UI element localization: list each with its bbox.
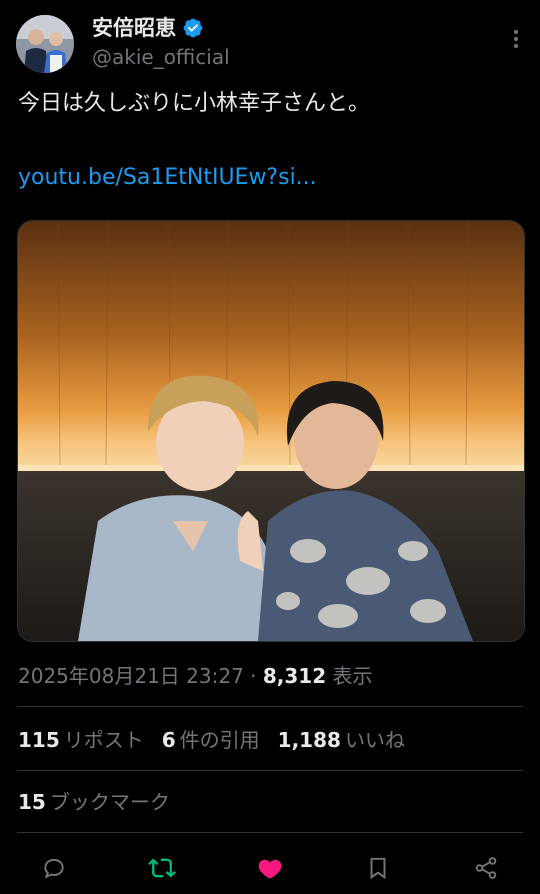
share-icon[interactable] [470, 852, 502, 884]
handle[interactable]: @akie_official [92, 45, 230, 69]
tweet-header: 安倍昭恵 @akie_official [0, 0, 540, 80]
divider [17, 770, 523, 771]
like-count[interactable]: 1,188 いいね [278, 724, 405, 756]
heart-icon[interactable] [254, 852, 286, 884]
bookmark-stats: 15 ブックマーク [18, 786, 170, 818]
repost-icon[interactable] [146, 852, 178, 884]
more-options-icon[interactable] [512, 28, 520, 50]
tweet-timestamp[interactable]: 2025年08月21日 23:27 [18, 664, 244, 688]
meta-separator: · [243, 664, 263, 688]
divider [17, 706, 523, 707]
view-count: 8,312 [262, 664, 327, 688]
quote-count[interactable]: 6 件の引用 [162, 724, 260, 756]
repost-count[interactable]: 115 リポスト [18, 724, 144, 756]
tweet-photo[interactable] [17, 220, 525, 642]
divider [17, 832, 523, 833]
reply-icon[interactable] [38, 852, 70, 884]
display-name[interactable]: 安倍昭恵 [92, 14, 176, 42]
tweet-text: 今日は久しぶりに小林幸子さんと。 [18, 91, 371, 116]
bookmark-count[interactable]: 15 ブックマーク [18, 786, 170, 818]
avatar-photo [16, 15, 74, 73]
tweet-meta: 2025年08月21日 23:27 · 8,312 表示 [18, 660, 373, 692]
view-label: 表示 [332, 664, 373, 688]
bookmark-icon[interactable] [362, 852, 394, 884]
action-bar [0, 848, 540, 888]
avatar[interactable] [16, 15, 74, 73]
verified-badge-icon [183, 18, 203, 38]
tweet-link[interactable]: youtu.be/Sa1EtNtIUEw?si... [18, 162, 317, 194]
photo-image [18, 221, 524, 641]
engagement-stats: 115 リポスト 6 件の引用 1,188 いいね [18, 724, 405, 756]
